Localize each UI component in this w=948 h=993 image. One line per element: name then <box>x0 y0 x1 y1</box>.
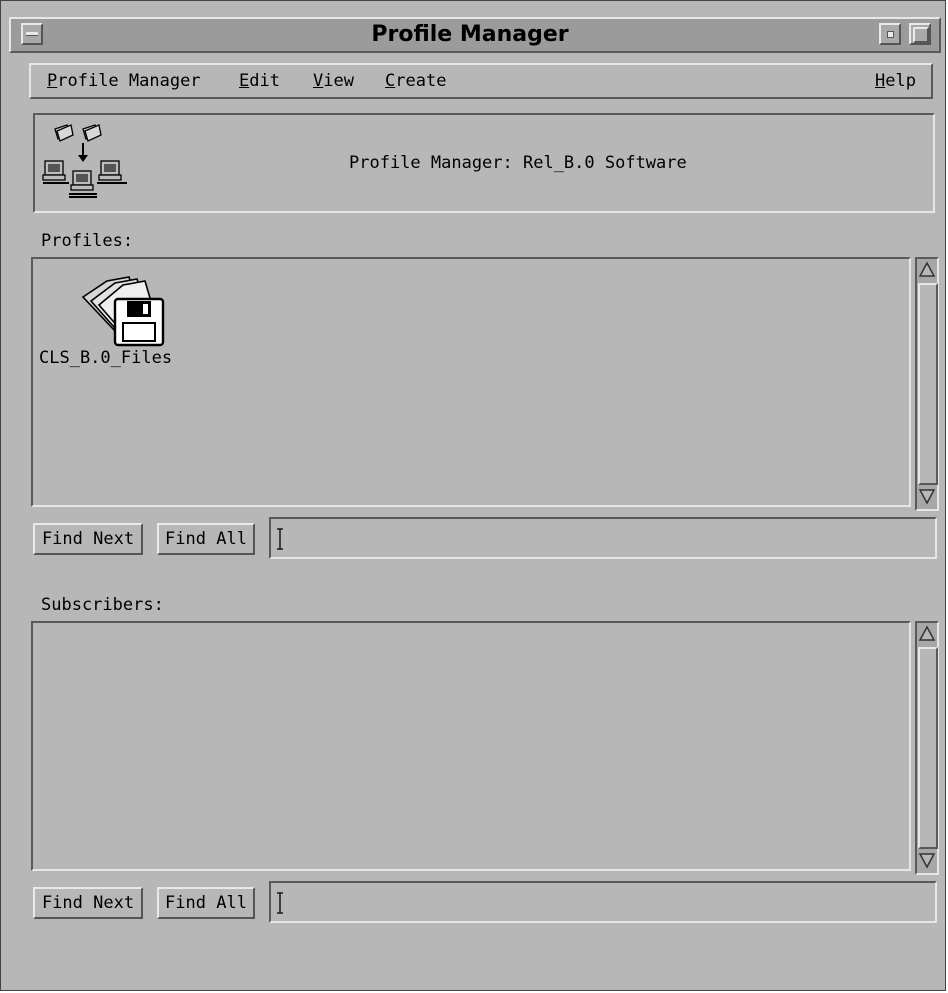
subscribers-label: Subscribers: <box>41 595 164 615</box>
profiles-label: Profiles: <box>41 231 134 251</box>
menu-help[interactable]: Help <box>875 70 916 92</box>
subscribers-find-next-button[interactable]: Find Next <box>33 887 143 919</box>
profiles-scroll-thumb[interactable] <box>918 283 938 485</box>
text-cursor-icon <box>277 528 283 550</box>
scroll-up-icon[interactable] <box>918 261 936 279</box>
profiles-find-all-button[interactable]: Find All <box>157 523 255 555</box>
minimize-button[interactable] <box>879 23 901 45</box>
maximize-icon <box>913 27 929 43</box>
window-menu-button[interactable] <box>21 23 43 45</box>
subscribers-search-input[interactable] <box>269 881 937 923</box>
subscribers-list[interactable] <box>31 621 911 871</box>
profile-manager-window: Profile Manager Profile Manager Edit Vie… <box>0 0 946 991</box>
network-distribution-icon <box>42 124 127 198</box>
subscribers-scrollbar[interactable] <box>915 621 939 875</box>
scroll-down-icon[interactable] <box>918 487 936 505</box>
title-bar[interactable]: Profile Manager <box>9 17 941 53</box>
subscribers-scroll-thumb[interactable] <box>918 647 938 849</box>
window-menu-icon <box>26 32 38 36</box>
scroll-down-icon[interactable] <box>918 851 936 869</box>
text-cursor-icon <box>277 892 283 914</box>
menu-view[interactable]: View <box>313 70 354 92</box>
profiles-scrollbar[interactable] <box>915 257 939 511</box>
profile-item-label[interactable]: CLS_B.0_Files <box>39 348 172 368</box>
menu-bar: Profile Manager Edit View Create Help <box>29 63 933 99</box>
maximize-button[interactable] <box>909 23 931 45</box>
file-package-icon[interactable] <box>77 271 169 347</box>
menu-profile-manager[interactable]: Profile Manager <box>47 70 201 92</box>
scroll-up-icon[interactable] <box>918 625 936 643</box>
menu-create[interactable]: Create <box>385 70 446 92</box>
profiles-search-input[interactable] <box>269 517 937 559</box>
menu-edit[interactable]: Edit <box>239 70 280 92</box>
subscribers-find-all-button[interactable]: Find All <box>157 887 255 919</box>
profiles-find-next-button[interactable]: Find Next <box>33 523 143 555</box>
header-title: Profile Manager: Rel_B.0 Software <box>349 153 687 173</box>
window-title: Profile Manager <box>371 22 569 47</box>
minimize-icon <box>887 31 894 38</box>
